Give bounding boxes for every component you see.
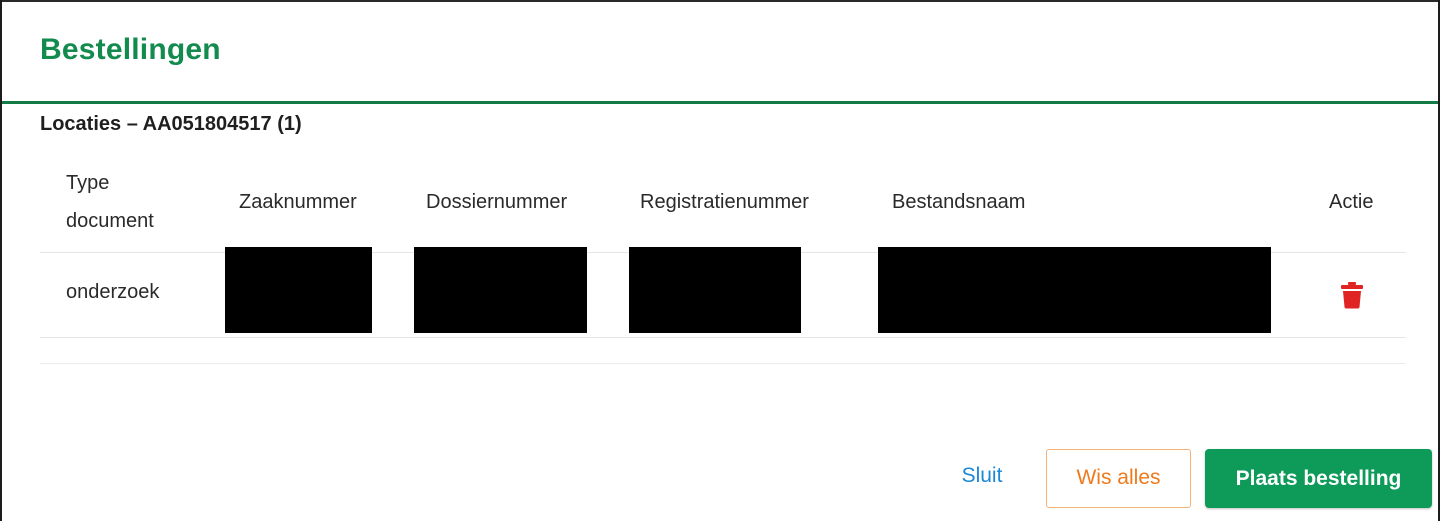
locations-section-title: Locaties – AA051804517 (1) [40, 113, 302, 135]
dialog-title: Bestellingen [40, 33, 221, 66]
orders-dialog: Bestellingen Locaties – AA051804517 (1) … [0, 0, 1440, 521]
place-order-button[interactable]: Plaats bestelling [1205, 449, 1432, 508]
column-header-type-line2: document [66, 210, 154, 232]
column-header-dossiernummer: Dossiernummer [426, 191, 568, 213]
trash-icon[interactable] [1340, 281, 1364, 309]
column-header-zaaknummer: Zaaknummer [239, 191, 357, 213]
redacted-registratienummer [629, 247, 801, 333]
column-header-actie: Actie [1329, 191, 1374, 213]
table-bottom-divider [40, 363, 1406, 364]
clear-all-button[interactable]: Wis alles [1046, 449, 1191, 508]
column-header-registratienummer: Registratienummer [640, 191, 809, 213]
redacted-zaaknummer [225, 247, 372, 333]
table-row: onderzoek [40, 247, 1406, 338]
table-header: Type document Zaaknummer Dossiernummer R… [40, 160, 1406, 253]
dialog-header: Bestellingen [2, 0, 1438, 104]
orders-table: Type document Zaaknummer Dossiernummer R… [40, 160, 1406, 338]
column-header-type-line1: Type [66, 172, 110, 194]
redacted-dossiernummer [414, 247, 587, 333]
close-button[interactable]: Sluit [942, 454, 1022, 498]
column-header-bestandsnaam: Bestandsnaam [892, 191, 1026, 213]
trash-icon-graphic [1341, 282, 1363, 309]
column-header-type-document: Type document [66, 164, 186, 240]
redacted-bestandsnaam [878, 247, 1271, 333]
cell-type-document: onderzoek [66, 281, 160, 303]
